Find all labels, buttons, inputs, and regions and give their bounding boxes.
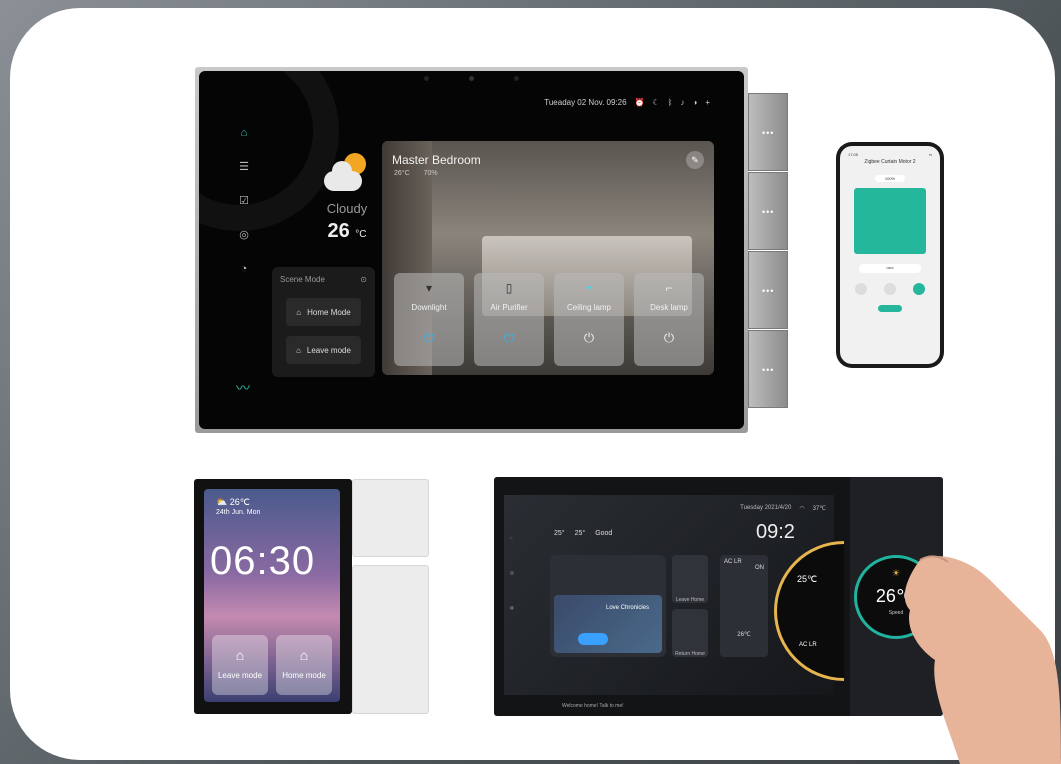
ac-tile[interactable]: AC LR ON 26℃ xyxy=(720,555,768,657)
power-icon[interactable]: ⏻ xyxy=(394,330,464,346)
power-icon[interactable]: ⏻ xyxy=(634,330,704,346)
camera xyxy=(469,76,474,81)
room-title: Master Bedroom xyxy=(392,153,481,167)
downlight-icon: ▾ xyxy=(425,281,433,295)
brand-logo-icon: 〰 xyxy=(236,380,250,396)
nav-control-icon[interactable]: ▥ xyxy=(510,570,514,575)
open-button[interactable] xyxy=(854,283,867,295)
edit-icon[interactable]: ✎ xyxy=(686,151,704,169)
home-icon[interactable]: ⌂ xyxy=(237,126,251,140)
large-smart-panel: ⌂ ☰ ☑ ◎ ◔ Tueaday 02 Nov. 09:26 ⏰ ☾ ᛒ ♪ … xyxy=(195,67,748,433)
curtain-controls xyxy=(846,283,934,295)
sensor-dot xyxy=(514,76,519,81)
partly-cloudy-icon: ⛅ xyxy=(216,497,228,507)
return-home-tile[interactable]: Return Home xyxy=(672,609,708,657)
smartphone: 17:05 ▪▪ Zigbee Curtain Motor 2 100% 100% xyxy=(836,142,944,368)
power-icon[interactable]: ⏻ xyxy=(554,330,624,346)
air-purifier-icon: ▯ xyxy=(505,281,513,295)
mode-icon: ◑ xyxy=(692,98,698,107)
small-panel-screen: ⛅ 26℃ 24th Jun. Mon 06:30 ⌂ Leave mode ⌂… xyxy=(204,489,340,702)
scene-mode-card: Scene Mode ⊙ ⌂ Home Mode ⌂ Leave mode xyxy=(272,267,375,377)
small-panel-date: 24th Jun. Mon xyxy=(216,509,261,516)
small-panel-clock: 06:30 xyxy=(210,539,316,583)
datetime: Tueaday 02 Nov. 09:26 xyxy=(544,98,627,107)
curtain-visual xyxy=(854,188,926,254)
close-button[interactable] xyxy=(913,283,926,295)
large-panel-screen: ⌂ ☰ ☑ ◎ ◔ Tueaday 02 Nov. 09:26 ⏰ ☾ ᛒ ♪ … xyxy=(199,71,744,429)
wifi-icon: ◠ xyxy=(799,506,805,512)
leave-home-tile[interactable]: Leave Home xyxy=(672,555,708,603)
device-tile-ceiling-lamp[interactable]: ◓ Ceiling lamp ⏻ xyxy=(554,273,624,366)
wide-side-nav: ⌂ ▥ ▦ xyxy=(510,535,514,610)
devices-icon[interactable]: ☰ xyxy=(237,160,251,174)
phone-title: Zigbee Curtain Motor 2 xyxy=(864,159,916,165)
moon-icon: ☾ xyxy=(652,98,660,107)
bluetooth-icon: ᛒ xyxy=(667,98,673,107)
ac-ring-display: 25℃ AC LR xyxy=(774,541,844,681)
small-panel-modes: ⌂ Leave mode ⌂ Home mode xyxy=(212,635,332,695)
home-mode-button[interactable]: ⌂ Home Mode xyxy=(286,298,361,326)
wall-switch-button[interactable] xyxy=(352,479,429,557)
room-stats: 26°C 70% xyxy=(394,170,438,177)
home-icon: ⌂ xyxy=(296,307,302,317)
leave-mode-button[interactable]: ⌂ Leave mode xyxy=(286,336,361,364)
phone-status-bar: 17:05 ▪▪ xyxy=(848,152,932,157)
hand-photo xyxy=(904,555,1061,764)
device-tile-desk-lamp[interactable]: ⌐ Desk lamp ⏻ xyxy=(634,273,704,366)
house-icon: ⌂ xyxy=(235,647,245,663)
wall-switch-button[interactable]: ••• xyxy=(748,172,788,250)
wide-status-bar: Tuesday 2021/4/20 ◠ 37℃ xyxy=(740,505,826,512)
small-panel-temperature: ⛅ 26℃ xyxy=(216,497,250,507)
home-icon: ⌂ xyxy=(299,647,309,663)
device-tiles: ▾ Downlight ⏻ ▯ Air Purifier ⏻ ◓ Ceiling… xyxy=(394,273,704,366)
wall-switch-button[interactable]: ••• xyxy=(748,93,788,171)
wide-weather: 25° 25° Good xyxy=(554,530,613,537)
song-title: Love Chronicles xyxy=(606,605,650,611)
small-smart-panel: ⛅ 26℃ 24th Jun. Mon 06:30 ⌂ Leave mode ⌂… xyxy=(194,479,352,714)
scene-icon[interactable]: ☑ xyxy=(237,194,251,208)
wide-panel-screen: Tuesday 2021/4/20 ◠ 37℃ ⌂ ▥ ▦ 25° 25° Go… xyxy=(504,495,844,709)
leave-mode-button[interactable]: ⌂ Leave mode xyxy=(212,635,268,695)
pause-button[interactable] xyxy=(883,283,896,295)
settings-button[interactable] xyxy=(878,305,902,312)
scene-settings-icon[interactable]: ⊙ xyxy=(360,275,367,284)
sensor-dot xyxy=(424,76,429,81)
music-player: Love Chronicles xyxy=(554,595,662,653)
message-card: Love Chronicles xyxy=(550,555,666,657)
device-tile-air-purifier[interactable]: ▯ Air Purifier ⏻ xyxy=(474,273,544,366)
phone-screen: 17:05 ▪▪ Zigbee Curtain Motor 2 100% 100% xyxy=(840,146,940,364)
nav-home-icon[interactable]: ⌂ xyxy=(510,535,514,540)
scene-mode-title: Scene Mode xyxy=(280,275,325,284)
settings-icon[interactable]: ◔ xyxy=(237,262,251,276)
wide-smart-panel: Tuesday 2021/4/20 ◠ 37℃ ⌂ ▥ ▦ 25° 25° Go… xyxy=(494,477,943,716)
side-nav: ⌂ ☰ ☑ ◎ ◔ xyxy=(237,126,251,276)
room-card: Master Bedroom 26°C 70% ✎ ▾ Downlight ⏻ … xyxy=(382,141,714,375)
device-tile-downlight[interactable]: ▾ Downlight ⏻ xyxy=(394,273,464,366)
status-bar: Tueaday 02 Nov. 09:26 ⏰ ☾ ᛒ ♪ ◑ + xyxy=(544,98,710,107)
camera-icon[interactable]: ◎ xyxy=(237,228,251,242)
power-icon[interactable]: ⏻ xyxy=(474,330,544,346)
nav-scene-icon[interactable]: ▦ xyxy=(510,605,514,610)
cloudy-icon xyxy=(324,153,370,191)
plus-icon[interactable]: + xyxy=(705,98,710,107)
home-mode-button[interactable]: ⌂ Home mode xyxy=(276,635,332,695)
curtain-open-percent: 100% xyxy=(875,175,905,182)
wall-switch-button[interactable]: ••• xyxy=(748,330,788,408)
voice-prompt: Welcome home! Talk to me! xyxy=(562,703,624,709)
wide-clock: 09:2 xyxy=(756,521,795,543)
pause-button[interactable] xyxy=(578,633,608,645)
mic-icon: ♪ xyxy=(680,98,685,107)
curtain-slider[interactable]: 100% xyxy=(859,264,921,273)
wall-switch-button[interactable]: ••• xyxy=(748,251,788,329)
house-icon: ⌂ xyxy=(296,345,301,355)
ceiling-lamp-icon: ◓ xyxy=(585,281,593,295)
desk-lamp-icon: ⌐ xyxy=(665,281,673,295)
wall-switch-button[interactable] xyxy=(352,565,429,714)
alarm-icon: ⏰ xyxy=(634,98,645,107)
